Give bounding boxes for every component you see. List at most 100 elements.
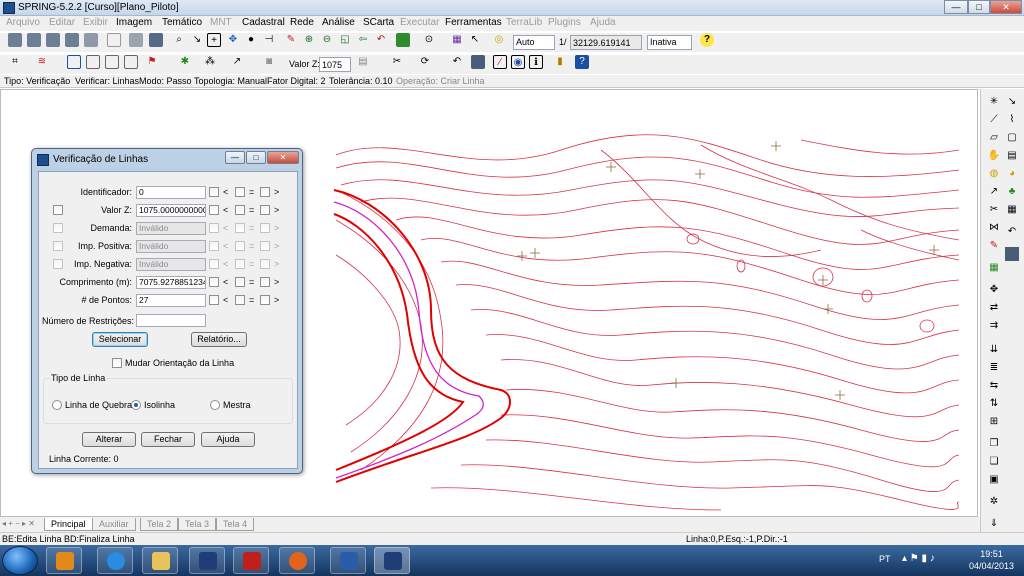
frame3-icon[interactable]: ▦ [1005,203,1019,217]
imp-positiva-op-checkbox-lt[interactable] [209,241,219,251]
valor-z-op-checkbox-gt[interactable] [260,205,270,215]
dialog-close-button[interactable]: ✕ [267,151,299,164]
help-icon[interactable]: ? [700,33,714,47]
paste-icon[interactable]: ❏ [987,455,1001,469]
ajuda-button[interactable]: Ajuda [201,432,255,447]
alterar-button[interactable]: Alterar [82,432,136,447]
identificador-op-checkbox-eq[interactable] [235,187,245,197]
demanda-op-checkbox-lt[interactable] [209,223,219,233]
info-edit-icon[interactable]: ℹ [529,55,543,69]
relatorio-button[interactable]: Relatório... [191,332,247,347]
num-pontos-field[interactable]: 27 [136,294,206,307]
tab-principal[interactable]: Principal [44,518,93,531]
square-icon[interactable] [86,55,100,69]
tab-tela-4[interactable]: Tela 4 [216,518,255,531]
scroll-down-icon[interactable]: ⇓ [987,517,1001,531]
edit-vector-icon[interactable]: ⚑ [145,55,159,69]
adjust-icon[interactable]: ↗ [987,185,1001,199]
scale-mode-select[interactable]: Auto [513,35,555,50]
maximize-button[interactable]: □ [968,0,990,14]
goggles-icon[interactable]: ◎ [492,33,506,47]
segment-icon[interactable]: ⌇ [1005,113,1019,127]
menu-analise[interactable]: Análise [322,17,355,28]
imp-positiva-op-checkbox-gt[interactable] [260,241,270,251]
point-icon[interactable]: ✱ [178,55,192,69]
minimize-button[interactable]: — [944,0,968,14]
imp-negativa-field[interactable]: Inválido [136,258,206,271]
snap-icon[interactable]: ↗ [230,55,244,69]
imp-positiva-field[interactable]: Inválido [136,240,206,253]
radio-isolinha[interactable] [131,400,141,410]
vertex-icon[interactable]: ✳ [987,95,1001,109]
align-icon[interactable]: ⇉ [987,319,1001,333]
add-layer-icon[interactable] [396,33,410,47]
menu-terralib[interactable]: TerraLib [506,17,542,28]
taskbar-spring-1[interactable] [189,547,225,574]
identificador-op-checkbox-lt[interactable] [209,187,219,197]
selecionar-button[interactable]: Selecionar [92,332,148,347]
fechar-button[interactable]: Fechar [141,432,195,447]
move-icon[interactable]: ✥ [987,283,1001,297]
arrow-icon[interactable]: ↘ [1005,95,1019,109]
radio-linha-quebra[interactable] [52,400,62,410]
tab-auxiliar[interactable]: Auxiliar [92,518,136,531]
menu-cadastral[interactable]: Cadastral [242,17,285,28]
menu-mnt[interactable]: MNT [210,17,232,28]
menu-rede[interactable]: Rede [290,17,314,28]
demanda-field[interactable]: Inválido [136,222,206,235]
identificador-op-checkbox-gt[interactable] [260,187,270,197]
menu-plugins[interactable]: Plugins [548,17,581,28]
comprimento-field[interactable]: 7075.9278851234 [136,276,206,289]
undo-icon[interactable]: ↶ [450,55,464,69]
pencil-icon[interactable]: ✎ [284,33,298,47]
select-pointer-icon[interactable]: ↖ [468,33,482,47]
valor-z-op-checkbox-lt[interactable] [209,205,219,215]
chart-icon[interactable]: ◕ [1005,167,1019,181]
state-select[interactable]: Inativa [647,35,692,50]
line-tool-icon[interactable]: ⟋ [987,113,1001,127]
save-icon[interactable] [471,55,485,69]
database-icon[interactable] [8,33,22,47]
valor-z-input[interactable] [319,57,351,72]
close-button[interactable]: ✕ [990,0,1022,14]
dialog-maximize-button[interactable]: □ [246,151,266,164]
save-right-icon[interactable] [1005,247,1019,261]
language-indicator[interactable]: PT [879,554,891,564]
undo-zoom-icon[interactable]: ↶ [374,33,388,47]
zoom-previous-icon[interactable]: ⇦ [356,33,370,47]
menu-tematico[interactable]: Temático [162,17,202,28]
imp-positiva-op-checkbox-eq[interactable] [235,241,245,251]
num-pontos-op-checkbox-eq[interactable] [235,295,245,305]
num-pontos-op-checkbox-gt[interactable] [260,295,270,305]
pan-icon[interactable]: ✥ [226,33,240,47]
square3-icon[interactable] [124,55,138,69]
globe-icon[interactable]: ◉ [511,55,525,69]
taskbar-firefox[interactable] [279,547,315,574]
tab-nav-icon[interactable]: ◂ + − ▸ ✕ [2,519,35,528]
magnifier-icon[interactable]: ⌕ [172,33,186,47]
taskbar-internet-explorer[interactable] [97,547,133,574]
frame2-icon[interactable]: ▢ [1005,131,1019,145]
line-style-icon[interactable]: ≋ [35,55,49,69]
selected-contour-line[interactable] [333,189,511,483]
start-button[interactable] [2,546,38,575]
tab-tela-2[interactable]: Tela 2 [140,518,179,531]
project-icon[interactable] [27,33,41,47]
table2-icon[interactable]: ▤ [1005,149,1019,163]
info-icon[interactable]: ● [244,33,258,47]
menu-exibir[interactable]: Exibir [83,17,108,28]
clip-icon[interactable]: ▣ [987,473,1001,487]
legend-icon[interactable] [149,33,163,47]
undo-right-icon[interactable]: ↶ [1005,225,1019,239]
zoom-in-icon[interactable]: ⊕ [302,33,316,47]
arrows-icon[interactable]: ⇄ [987,301,1001,315]
merge-icon[interactable]: ⇆ [987,379,1001,393]
tray-icons[interactable]: ▴ ⚑ ▮ ♪ [902,553,935,564]
imp-negativa-op-checkbox-gt[interactable] [260,259,270,269]
square2-icon[interactable] [105,55,119,69]
polygon-icon[interactable]: ▱ [987,131,1001,145]
direction-icon[interactable]: ⇅ [987,397,1001,411]
menu-editar[interactable]: Editar [49,17,75,28]
taskbar-spring-2[interactable] [374,547,410,574]
rectangle-icon[interactable] [67,55,81,69]
